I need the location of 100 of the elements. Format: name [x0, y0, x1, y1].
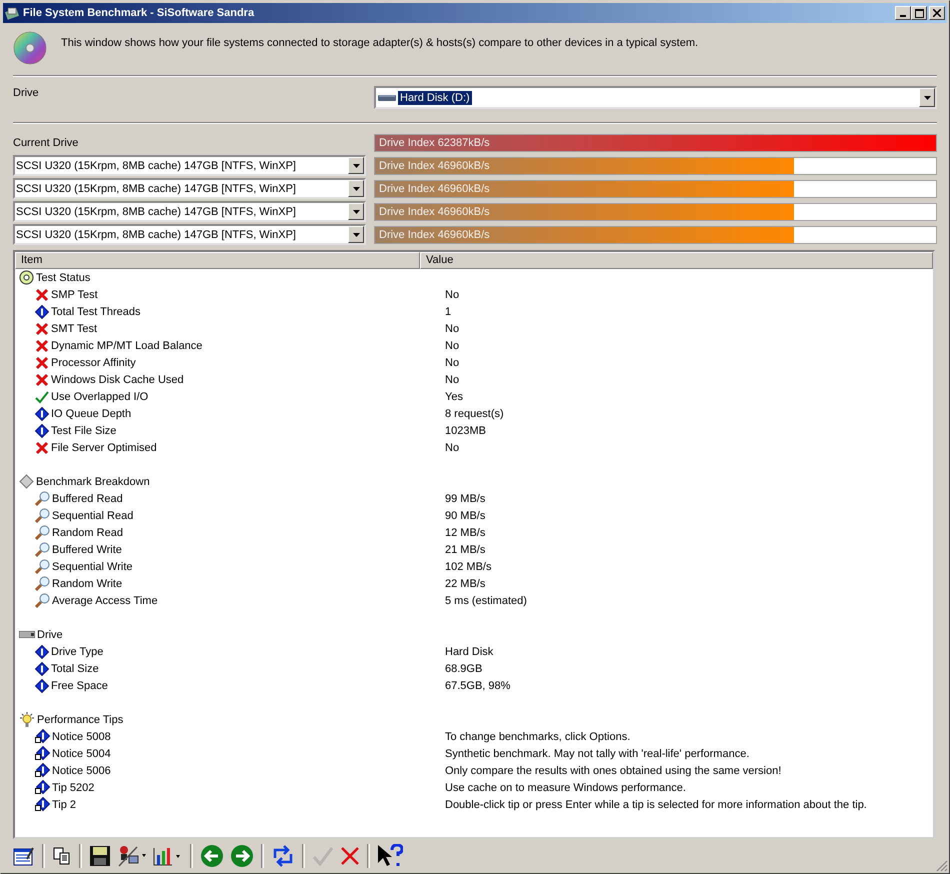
refresh-icon [271, 844, 295, 868]
cross-icon [35, 440, 49, 454]
item-label[interactable]: SMT Test [51, 322, 98, 334]
device-dropdown[interactable]: SCSI U320 (15Krpm, 8MB cache) 147GB [NTFS, WinXP] [13, 201, 366, 222]
cross-icon [35, 322, 49, 336]
cross-icon [35, 338, 49, 352]
value-cell-text: Use cache on to measure Windows performance. [444, 782, 686, 794]
magnifier-icon [35, 508, 50, 523]
drive-icon [378, 94, 396, 102]
light-bulb-icon [19, 712, 35, 728]
bar-label: Drive Index 62387kB/s [379, 136, 490, 148]
item-label[interactable]: Sequential Read [52, 510, 134, 522]
item-label[interactable]: Test File Size [51, 424, 116, 436]
column-header[interactable]: Item [15, 252, 420, 269]
column-header[interactable]: Value [420, 252, 933, 269]
value-cell-text: No [444, 442, 460, 454]
resize-grip-icon[interactable] [936, 860, 948, 872]
value-cell-text: 1 [444, 306, 452, 318]
value-cell-text: 99 MB/s [444, 492, 486, 504]
group-label[interactable]: Performance Tips [37, 714, 124, 726]
tip-info-icon [35, 729, 50, 744]
value-cell-text: 22 MB/s [444, 578, 486, 590]
info-icon [35, 678, 49, 692]
maximize-icon [914, 8, 924, 18]
item-label[interactable]: Use Overlapped I/O [51, 390, 148, 402]
maximize-button[interactable] [911, 6, 927, 20]
magnifier-icon [35, 525, 50, 540]
device-dropdown[interactable]: SCSI U320 (15Krpm, 8MB cache) 147GB [NTFS, WinXP] [13, 178, 366, 199]
app-icon [5, 6, 20, 20]
diamond-icon [19, 474, 34, 489]
item-label[interactable]: Random Write [52, 578, 122, 590]
magnifier-icon [35, 593, 50, 608]
magnifier-icon [35, 559, 50, 574]
drive-dropdown[interactable]: Hard Disk (D:) [374, 86, 937, 109]
cross-icon [35, 356, 49, 370]
item-label[interactable]: Random Read [52, 526, 123, 538]
info-icon [35, 406, 49, 420]
value-cell-text: 102 MB/s [444, 560, 492, 572]
item-label[interactable]: Buffered Read [52, 492, 123, 504]
item-label[interactable]: Processor Affinity [51, 356, 136, 368]
item-label[interactable]: Tip 2 [52, 798, 76, 810]
item-label[interactable]: IO Queue Depth [51, 408, 132, 420]
bar-label: Drive Index 46960kB/s [379, 182, 490, 194]
item-label[interactable]: Total Test Threads [51, 306, 140, 318]
report-icon [13, 845, 35, 867]
bar-label: Drive Index 46960kB/s [379, 160, 490, 172]
group-label[interactable]: Benchmark Breakdown [36, 476, 150, 488]
item-label[interactable]: Buffered Write [52, 544, 122, 556]
help-pointer-icon [377, 844, 403, 868]
item-label[interactable]: Notice 5006 [52, 764, 111, 776]
value-cell-text: 5 ms (estimated) [444, 594, 527, 606]
value-cell-text: No [444, 374, 460, 386]
bar-label: Drive Index 46960kB/s [379, 228, 490, 240]
value-cell-text: No [444, 288, 460, 300]
item-label[interactable]: SMP Test [51, 288, 98, 300]
value-cell-text: Synthetic benchmark. May not tally with 'real-life' performance. [444, 748, 750, 760]
value-cell-text: No [444, 340, 460, 352]
forward-arrow-button[interactable] [228, 842, 256, 870]
value-cell-text: 12 MB/s [444, 526, 486, 538]
item-label[interactable]: Average Access Time [52, 594, 158, 606]
value-cell-text: No [444, 322, 460, 334]
info-icon [35, 424, 49, 438]
item-label[interactable]: Dynamic MP/MT Load Balance [51, 340, 202, 352]
cross-icon [35, 288, 49, 302]
group-label[interactable]: Drive [37, 628, 63, 640]
disc-icon [13, 31, 47, 65]
device-dropdown[interactable]: SCSI U320 (15Krpm, 8MB cache) 147GB [NTFS, WinXP] [13, 224, 366, 245]
item-label[interactable]: Drive Type [51, 646, 104, 658]
device-dropdown[interactable]: SCSI U320 (15Krpm, 8MB cache) 147GB [NTFS, WinXP] [13, 155, 366, 176]
magnifier-icon [35, 576, 50, 591]
tip-info-icon [35, 780, 50, 795]
bar-chart-icon [153, 846, 183, 866]
item-label[interactable]: Total Size [51, 662, 99, 674]
item-label[interactable]: File Server Optimised [51, 442, 157, 454]
current-drive-label: Current Drive [13, 136, 80, 148]
close-icon [933, 9, 941, 17]
tip-info-icon [35, 797, 50, 812]
item-label[interactable]: Notice 5008 [52, 730, 111, 742]
value-cell-text: 8 request(s) [444, 408, 504, 420]
close-button[interactable] [929, 6, 945, 20]
value-cell-text: 21 MB/s [444, 544, 486, 556]
value-cell-text: 1023MB [444, 424, 486, 436]
item-label[interactable]: Windows Disk Cache Used [51, 374, 184, 386]
value-cell-text: Double-click tip or press Enter while a tip is selected for more information about the tip. [444, 798, 867, 810]
info-icon [35, 662, 49, 676]
tip-info-icon [35, 763, 50, 778]
value-cell-text: Yes [444, 390, 463, 402]
info-icon [35, 644, 49, 658]
checkmark-icon [312, 845, 334, 867]
item-label[interactable]: Notice 5004 [52, 748, 111, 760]
value-cell-text: 67.5GB, 98% [444, 680, 510, 692]
floppy-disk-button[interactable] [87, 843, 113, 869]
value-cell-text: 68.9GB [444, 662, 482, 674]
item-label[interactable]: Sequential Write [52, 560, 133, 572]
back-arrow-button[interactable] [198, 842, 226, 870]
minimize-button[interactable] [895, 6, 911, 20]
item-label[interactable]: Tip 5202 [52, 782, 94, 794]
group-label[interactable]: Test Status [36, 272, 90, 284]
item-label[interactable]: Free Space [51, 680, 108, 692]
checkmark-icon [35, 390, 49, 404]
